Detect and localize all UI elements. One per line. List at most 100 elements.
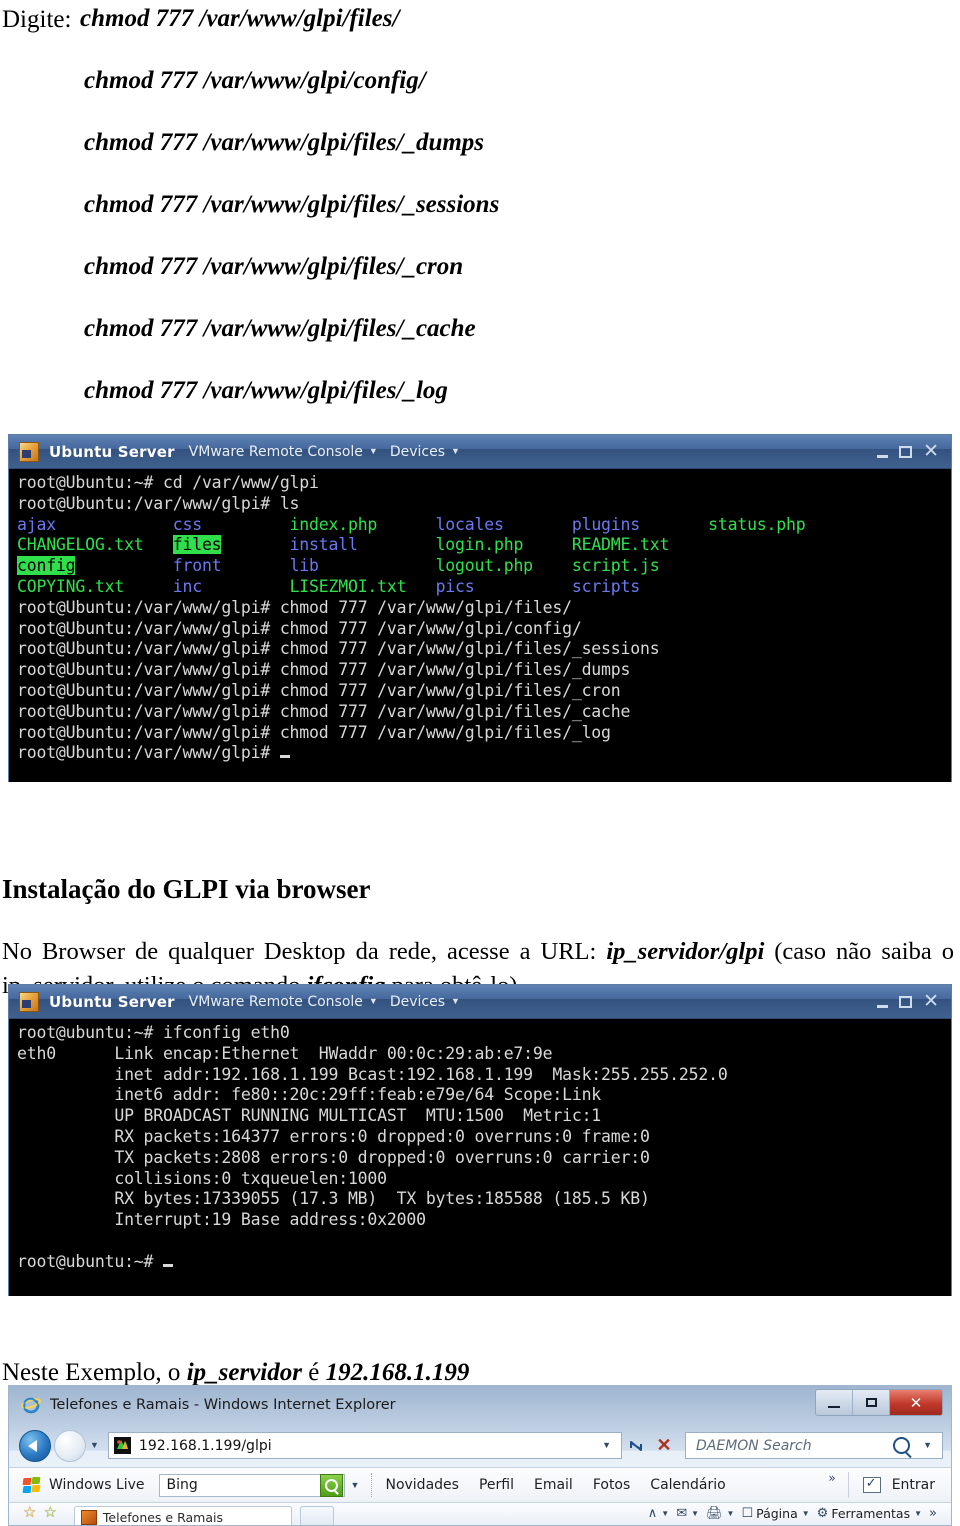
- overflow-chevrons-icon[interactable]: »: [828, 1468, 835, 1485]
- checkbox-icon[interactable]: [862, 1475, 881, 1493]
- toolbar-divider: [371, 1473, 373, 1497]
- intro-text-before: No Browser de qualquer Desktop da rede, …: [2, 937, 607, 965]
- new-tab-button[interactable]: [299, 1506, 334, 1525]
- menu-devices[interactable]: Devices: [390, 444, 445, 460]
- feeds-icon[interactable]: ∧: [648, 1506, 658, 1521]
- back-button[interactable]: [19, 1429, 51, 1462]
- history-chevron-down-icon[interactable]: ▼: [90, 1441, 99, 1450]
- ie-window-controls[interactable]: ✕: [815, 1389, 943, 1416]
- menu-vmware-remote-console[interactable]: VMware Remote Console: [189, 444, 363, 460]
- page-menu-button[interactable]: Página: [756, 1506, 798, 1521]
- window-controls[interactable]: ✕: [877, 985, 939, 1019]
- vmware-console-window-bottom[interactable]: Ubuntu Server VMware Remote Console ▼ De…: [8, 984, 952, 1296]
- bing-search-input[interactable]: Bing: [167, 1477, 320, 1493]
- tools-menu-button[interactable]: Ferramentas: [831, 1506, 910, 1521]
- live-link-novidades[interactable]: Novidades: [385, 1477, 458, 1493]
- command-text: chmod 777 /var/www/glpi/config/: [84, 67, 426, 94]
- maximize-button[interactable]: [853, 1390, 890, 1415]
- sign-in-button[interactable]: Entrar: [892, 1477, 935, 1493]
- search-input[interactable]: DAEMON Search: [696, 1438, 893, 1454]
- command-overflow-icon[interactable]: »: [929, 1506, 937, 1521]
- live-link-perfil[interactable]: Perfil: [479, 1477, 514, 1493]
- terminal-line: collisions:0 txqueuelen:1000: [17, 1168, 387, 1188]
- refresh-icon[interactable]: [622, 1431, 650, 1460]
- toolbar-divider: [847, 1472, 849, 1498]
- terminal-line: inet addr:192.168.1.199 Bcast:192.168.1.…: [17, 1064, 728, 1084]
- minimize-icon[interactable]: [877, 1004, 889, 1008]
- browser-tab[interactable]: Telefones e Ramais: [73, 1506, 292, 1525]
- ls-output: ajax css index.php locales plugins statu…: [17, 515, 951, 598]
- stop-icon[interactable]: ✕: [650, 1431, 678, 1460]
- print-icon[interactable]: 🖨: [706, 1506, 723, 1521]
- command-bar[interactable]: ∧ ▼ ✉ ▼ 🖨 ▼ ☐ Página ▼ ⚙ Ferramentas ▼ »: [648, 1506, 945, 1521]
- terminal-line: root@Ubuntu:/var/www/glpi# chmod 777 /va…: [17, 723, 951, 744]
- address-input[interactable]: 192.168.1.199/glpi: [139, 1438, 596, 1454]
- window-controls[interactable]: ✕: [877, 435, 939, 469]
- terminal-line: UP BROADCAST RUNNING MULTICAST MTU:1500 …: [17, 1106, 602, 1126]
- terminal-line: config front lib logout.php script.js: [17, 556, 951, 577]
- terminal-line: TX packets:2808 errors:0 dropped:0 overr…: [17, 1147, 650, 1167]
- terminal-line: root@Ubuntu:/var/www/glpi# chmod 777 /va…: [17, 639, 951, 660]
- maximize-icon[interactable]: [899, 996, 913, 1008]
- terminal-screen-bottom[interactable]: root@ubuntu:~# ifconfig eth0 eth0 Link e…: [9, 1019, 951, 1296]
- bing-search-icon[interactable]: [319, 1473, 343, 1497]
- minimize-icon[interactable]: [877, 454, 889, 458]
- chevron-down-icon[interactable]: ▼: [661, 1509, 669, 1518]
- favicon: [113, 1437, 131, 1454]
- search-chevron-down-icon[interactable]: ▼: [917, 1441, 938, 1450]
- close-icon[interactable]: ✕: [923, 441, 939, 461]
- bing-chevron-down-icon[interactable]: ▼: [351, 1480, 360, 1490]
- live-link-email[interactable]: Email: [534, 1477, 573, 1493]
- close-button[interactable]: ✕: [890, 1390, 942, 1415]
- chevron-down-icon[interactable]: ▼: [727, 1509, 735, 1518]
- terminal-cursor: [279, 755, 290, 759]
- terminal-screen-top[interactable]: root@Ubuntu:~# cd /var/www/glpi root@Ubu…: [9, 469, 951, 782]
- chevron-down-icon[interactable]: ▼: [451, 447, 460, 456]
- menu-devices[interactable]: Devices: [390, 994, 445, 1010]
- search-box[interactable]: DAEMON Search ▼: [685, 1432, 943, 1459]
- command-row: chmod 777 /var/www/glpi/files/_sessions: [0, 186, 960, 248]
- address-chevron-down-icon[interactable]: ▼: [596, 1441, 617, 1450]
- command-text: chmod 777 /var/www/glpi/files/_cache: [84, 315, 476, 342]
- chevron-down-icon[interactable]: ▼: [369, 447, 378, 456]
- shell-command: chmod 777 /var/www/glpi/files/_dumps: [270, 660, 631, 680]
- close-icon[interactable]: ✕: [923, 991, 939, 1011]
- internet-explorer-window[interactable]: Telefones e Ramais - Windows Internet Ex…: [8, 1385, 952, 1526]
- vmware-console-window-top[interactable]: Ubuntu Server VMware Remote Console ▼ De…: [8, 434, 952, 782]
- windows-live-toolbar[interactable]: Windows Live Bing ▼ Novidades Perfil Ema…: [9, 1467, 951, 1503]
- digite-label: Digite:: [2, 6, 72, 33]
- favorites-star-icon[interactable]: ☆: [23, 1506, 36, 1521]
- command-text: chmod 777 /var/www/glpi/files/: [80, 5, 400, 32]
- chevron-down-icon[interactable]: ▼: [914, 1509, 922, 1518]
- bing-search-box[interactable]: Bing: [158, 1473, 345, 1497]
- ls-entry: plugins: [571, 514, 640, 534]
- read-mail-icon[interactable]: ✉: [676, 1506, 687, 1521]
- ie-titlebar[interactable]: Telefones e Ramais - Windows Internet Ex…: [9, 1386, 951, 1424]
- command-text: chmod 777 /var/www/glpi/files/_log: [84, 377, 448, 404]
- tab-favicon: [80, 1509, 97, 1525]
- maximize-icon[interactable]: [899, 446, 913, 458]
- chevron-down-icon[interactable]: ▼: [451, 997, 460, 1006]
- live-link-calendario[interactable]: Calendário: [650, 1477, 725, 1493]
- window-titlebar[interactable]: Ubuntu Server VMware Remote Console ▼ De…: [9, 985, 951, 1019]
- minimize-button[interactable]: [816, 1390, 853, 1415]
- forward-button[interactable]: [54, 1429, 86, 1462]
- terminal-line: eth0 Link encap:Ethernet HWaddr 00:0c:29…: [17, 1043, 553, 1063]
- tools-icon[interactable]: ⚙: [817, 1506, 829, 1521]
- ls-entry: locales: [435, 514, 504, 534]
- ls-entry: logout.php: [435, 556, 534, 576]
- terminal-line: RX packets:164377 errors:0 dropped:0 ove…: [17, 1126, 650, 1146]
- search-icon[interactable]: [893, 1437, 911, 1454]
- chevron-down-icon[interactable]: ▼: [691, 1509, 699, 1518]
- page-icon[interactable]: ☐: [741, 1506, 753, 1521]
- favorites-and-tab-bar[interactable]: ☆ ☆ Telefones e Ramais ∧ ▼ ✉ ▼ 🖨 ▼ ☐ Pág…: [9, 1503, 951, 1525]
- chevron-down-icon[interactable]: ▼: [369, 997, 378, 1006]
- live-link-fotos[interactable]: Fotos: [593, 1477, 630, 1493]
- window-titlebar[interactable]: Ubuntu Server VMware Remote Console ▼ De…: [9, 435, 951, 469]
- chevron-down-icon[interactable]: ▼: [802, 1509, 810, 1518]
- menu-vmware-remote-console[interactable]: VMware Remote Console: [189, 994, 363, 1010]
- add-favorite-icon[interactable]: ☆: [43, 1506, 56, 1521]
- command-row: chmod 777 /var/www/glpi/files/_dumps: [0, 124, 960, 186]
- ie-navigation-bar[interactable]: ▼ 192.168.1.199/glpi ▼ ✕ DAEMON Search ▼: [9, 1424, 951, 1467]
- address-bar[interactable]: 192.168.1.199/glpi ▼: [107, 1432, 622, 1459]
